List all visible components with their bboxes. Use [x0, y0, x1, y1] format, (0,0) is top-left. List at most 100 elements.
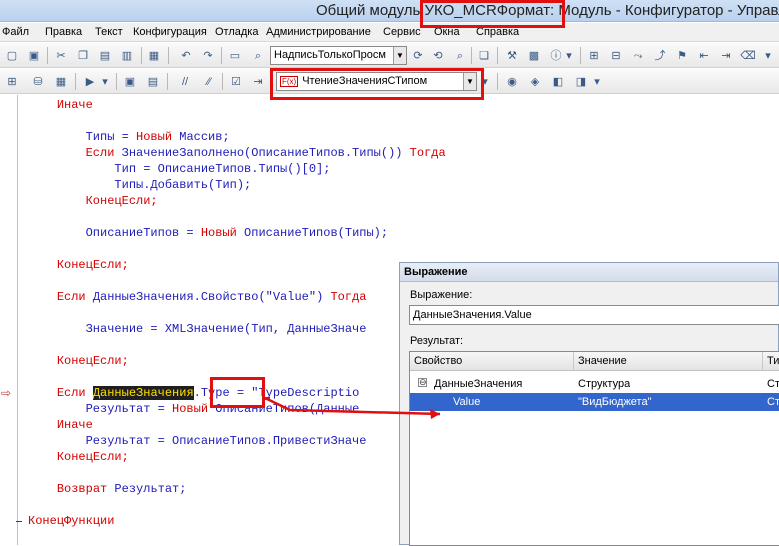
goto-definition-icon[interactable]: ⤳	[630, 48, 646, 64]
indent-icon[interactable]: ⇥	[250, 74, 266, 90]
menu-debug[interactable]: Отладка	[215, 26, 258, 38]
code-line[interactable]: КонецЕсли;	[28, 257, 129, 273]
menu-config[interactable]: Конфигурация	[133, 26, 207, 38]
table-icon[interactable]: ▦	[53, 74, 69, 90]
tree-row-data[interactable]: ⊖ ДанныеЗначения Структура Стр	[410, 375, 779, 393]
expression-input[interactable]: ДанныеЗначения.Value	[409, 305, 779, 325]
column-property[interactable]: Свойство	[410, 352, 574, 371]
comment-icon[interactable]: //	[177, 74, 193, 90]
code-line[interactable]: Результат = ОписаниеТипов.ПривестиЗначе	[28, 433, 367, 449]
bookmark-clear-icon[interactable]: ⌫	[740, 48, 756, 64]
code-line[interactable]: ОписаниеТипов = Новый ОписаниеТипов(Типы…	[28, 225, 388, 241]
form-icon[interactable]: ◉	[504, 74, 520, 90]
code-line[interactable]: Результат = Новый ОписаниеТипов(Данные	[28, 401, 360, 417]
menu-service[interactable]: Сервис	[383, 26, 421, 38]
code-line[interactable]: КонецЕсли;	[28, 353, 129, 369]
result-label: Результат:	[410, 335, 464, 347]
code-line[interactable]: Возврат Результат;	[28, 481, 187, 497]
code-line[interactable]: Если ДанныеЗначения.Свойство("Value") То…	[28, 289, 367, 305]
find-next-icon[interactable]: ⟳	[410, 48, 426, 64]
code-keyword: КонецФункции	[28, 514, 115, 528]
menu-file[interactable]: Файл	[2, 26, 29, 38]
copy-icon[interactable]: ❐	[75, 48, 91, 64]
new-file-icon[interactable]: ▢	[4, 48, 20, 64]
code-line[interactable]: КонецЕсли;	[28, 193, 158, 209]
menu-text[interactable]: Текст	[95, 26, 123, 38]
cut-icon[interactable]: ✂	[53, 48, 69, 64]
info-icon[interactable]: ⓘ	[548, 48, 564, 64]
code-line[interactable]: КонецФункции	[28, 513, 114, 529]
menu-edit[interactable]: Правка	[45, 26, 82, 38]
code-line[interactable]: КонецЕсли;	[28, 449, 129, 465]
search-icon[interactable]: ⌕	[250, 48, 266, 64]
row-type: Стр	[767, 396, 779, 408]
row-value: Структура	[578, 378, 631, 390]
result-tree[interactable]: Свойство Значение Тип ⊖ ДанныеЗначения С…	[409, 351, 779, 546]
undo-icon[interactable]: ↶	[178, 48, 194, 64]
code-keyword: КонецЕсли;	[85, 194, 158, 208]
code-token: ОписаниеТипов =	[85, 226, 201, 240]
row-type: Стр	[767, 378, 779, 390]
search-input[interactable]: НадписьТолькоПросм ▼	[270, 46, 407, 65]
debug-start-icon[interactable]: ▶	[82, 74, 98, 90]
windows-icon[interactable]: ❏	[476, 48, 492, 64]
config-tree-icon[interactable]: ⊞	[4, 74, 20, 90]
code-line[interactable]: Если ЗначениеЗаполнено(ОписаниеТипов.Тип…	[28, 145, 446, 161]
paste-icon[interactable]: ▤	[97, 48, 113, 64]
template-icon[interactable]: ◨	[573, 74, 589, 90]
code-line[interactable]: Тип = ОписаниеТипов.Типы()[0];	[28, 161, 330, 177]
more-dropdown-icon[interactable]: ▾	[592, 74, 602, 90]
module-structure-icon[interactable]: ⊞	[586, 48, 602, 64]
code-line[interactable]: Иначе	[28, 417, 93, 433]
database-update-icon[interactable]: ⛁	[30, 74, 46, 90]
delete-icon[interactable]: ▥	[119, 48, 135, 64]
toolbar-separator	[168, 47, 169, 64]
bookmark-prev-icon[interactable]: ⇤	[696, 48, 712, 64]
info-dropdown-icon[interactable]: ▾	[564, 48, 574, 64]
code-keyword: КонецЕсли;	[56, 354, 129, 368]
toolbar-separator	[497, 73, 498, 90]
syntax-check-icon[interactable]: ☑	[228, 74, 244, 90]
code-line[interactable]: Если ДанныеЗначения.Type = "TypeDescript…	[28, 385, 359, 401]
bookmark-next-icon[interactable]: ⇥	[718, 48, 734, 64]
fold-marker[interactable]	[16, 521, 22, 522]
find-in-page-icon[interactable]: ▭	[227, 48, 243, 64]
column-value[interactable]: Значение	[574, 352, 763, 371]
find-prev-icon[interactable]: ⟲	[430, 48, 446, 64]
column-type[interactable]: Тип	[763, 352, 779, 371]
search-dropdown-icon[interactable]: ▼	[393, 47, 406, 64]
format-icon[interactable]: ▤	[145, 74, 161, 90]
print-icon[interactable]: ▦	[146, 48, 162, 64]
redo-icon[interactable]: ↷	[200, 48, 216, 64]
code-line[interactable]: Типы = Новый Массив;	[28, 129, 230, 145]
syntax-helper-icon[interactable]: ▩	[526, 48, 542, 64]
menu-admin[interactable]: Администрирование	[266, 26, 371, 38]
save-icon[interactable]: ▣	[26, 48, 42, 64]
breakpoint-icon[interactable]: ▣	[122, 74, 138, 90]
find-all-icon[interactable]: ⌕	[452, 48, 468, 64]
tree-row-value[interactable]: Value "ВидБюджета" Стр	[410, 393, 779, 411]
code-line[interactable]: Типы.Добавить(Тип);	[28, 177, 251, 193]
object-icon[interactable]: ◈	[527, 74, 543, 90]
bookmark-icon[interactable]: ⚑	[674, 48, 690, 64]
module-icon[interactable]: ◧	[550, 74, 566, 90]
debug-dropdown-icon[interactable]: ▾	[100, 74, 110, 90]
collapse-icon[interactable]: ⊖	[418, 378, 427, 387]
code-line[interactable]: Иначе	[28, 97, 93, 113]
code-keyword: Если	[56, 290, 86, 304]
toolbar-separator	[167, 73, 168, 90]
toolbar-more-icon[interactable]: ▾	[760, 48, 776, 64]
code-line[interactable]: Значение = XMLЗначение(Тип, ДанныеЗначе	[28, 321, 367, 337]
call-hierarchy-icon[interactable]: ⤴	[652, 48, 668, 64]
procedure-list-icon[interactable]: ⊟	[608, 48, 624, 64]
toolbar-separator	[580, 47, 581, 64]
code-keyword: Тогда	[409, 146, 446, 160]
code-highlight: ДанныеЗначения	[92, 386, 194, 400]
uncomment-icon[interactable]: ⁄⁄	[201, 74, 217, 90]
wizard-icon[interactable]: ⚒	[504, 48, 520, 64]
code-keyword: КонецЕсли;	[56, 450, 129, 464]
